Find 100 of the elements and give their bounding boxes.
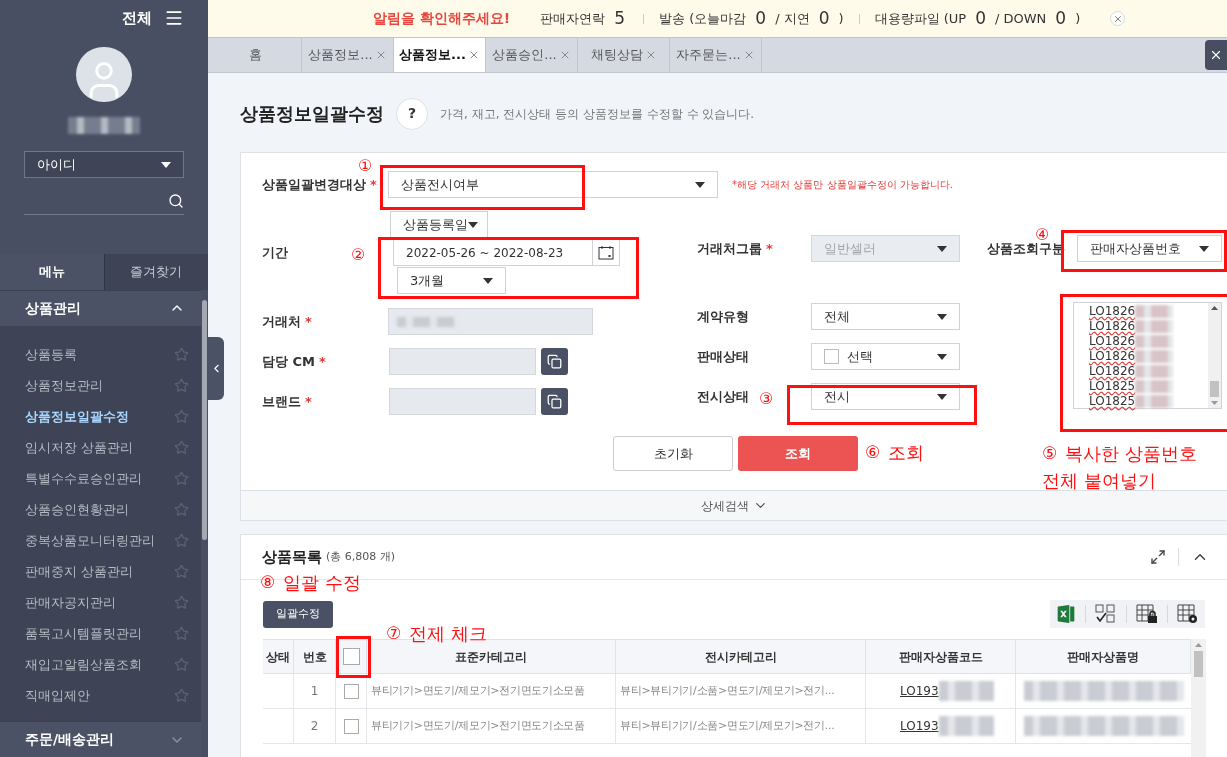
squares-icon (547, 354, 562, 369)
grid-check-icon[interactable] (1095, 604, 1117, 624)
sidebar-item[interactable]: 상품정보일괄수정 (0, 401, 201, 432)
select-field[interactable]: 선택 (811, 343, 960, 370)
star-icon[interactable] (174, 533, 189, 548)
calendar-button[interactable] (593, 239, 620, 266)
sidebar-item[interactable]: 상품정보관리 (0, 370, 201, 401)
count[interactable]: 5 (614, 5, 626, 32)
sidebar-item[interactable]: 품목고시템플릿관리 (0, 618, 201, 649)
blurred-text (1135, 350, 1174, 363)
sidebar-item[interactable]: 상품등록 (0, 339, 201, 370)
sidebar-tab[interactable]: 즐겨찾기 (103, 254, 208, 290)
close-icon (1112, 13, 1123, 24)
select-field[interactable]: 전체 (811, 303, 960, 330)
detail-search-toggle[interactable]: 상세검색 (241, 490, 1227, 520)
star-icon[interactable] (174, 347, 189, 362)
section-header[interactable]: 주문/배송관리 (0, 721, 201, 757)
star-icon[interactable] (174, 688, 189, 703)
list-count: (총 6,808 개) (326, 548, 396, 565)
page-title: 상품정보일괄수정 (240, 102, 384, 126)
table-cell-text: 2 (310, 718, 319, 735)
caret-icon (1199, 245, 1209, 252)
sidebar-item[interactable]: 판매중지 상품관리 (0, 556, 201, 587)
close-all-button[interactable] (1205, 40, 1227, 70)
sidebar-item[interactable]: 직매입제안 (0, 680, 201, 711)
star-icon[interactable] (174, 409, 189, 424)
reset-button[interactable]: 초기화 (613, 436, 733, 471)
star-icon[interactable] (174, 502, 189, 517)
all-menu-label[interactable]: 전체 (122, 7, 152, 30)
alert-text: 알림을 확인해주세요! (373, 9, 511, 28)
sidebar-item[interactable]: 특별수수료승인관리 (0, 463, 201, 494)
popup-button[interactable] (541, 348, 568, 375)
collapse-handle[interactable] (208, 337, 224, 400)
date-range-field[interactable]: 2022-05-26 ~ 2022-08-23 (393, 239, 593, 266)
close-button[interactable] (1110, 11, 1126, 26)
spreadsheet-icon[interactable] (1056, 604, 1076, 624)
annotation-text: 조회 (888, 441, 925, 465)
field-label: 판매상태 (697, 347, 749, 366)
star-icon[interactable] (174, 657, 189, 672)
required-mark: * (305, 392, 312, 411)
sidebar-item[interactable]: 판매자공지관리 (0, 587, 201, 618)
scroll-up-icon[interactable] (1211, 306, 1218, 310)
table-settings-icon[interactable] (1177, 604, 1199, 624)
product-number: LO1826 (1089, 364, 1136, 379)
star-icon[interactable] (174, 595, 189, 610)
scroll-down-icon[interactable] (1211, 401, 1218, 405)
search-icon[interactable] (168, 192, 184, 209)
product-number: LO1826 (1089, 319, 1136, 334)
checkbox[interactable] (343, 683, 359, 699)
product-number: LO1826 (1089, 334, 1136, 349)
sidebar-item[interactable]: 임시저장 상품관리 (0, 432, 201, 463)
product-number-textarea[interactable]: LO1826 LO1826 LO1826 LO1826 LO1826 LO1825 LO1825 (1073, 302, 1222, 409)
expand-icon[interactable] (1150, 549, 1166, 565)
list-title: 상품목록 (262, 546, 322, 568)
column-header: 상태 (266, 648, 290, 666)
page-tab[interactable]: 자주묻는... (670, 38, 762, 72)
blurred-text (938, 681, 994, 701)
count[interactable]: 0 (1055, 5, 1067, 32)
sidebar-item[interactable]: 중복상품모니터링관리 (0, 525, 201, 556)
checkbox[interactable] (343, 718, 359, 734)
count[interactable]: 0 (975, 5, 986, 32)
help-button[interactable]: ? (396, 97, 428, 130)
star-icon[interactable] (174, 440, 189, 455)
page-tab[interactable]: 상품정보... (394, 38, 486, 72)
sidebar-item[interactable]: 상품승인현황관리 (0, 494, 201, 525)
select-field[interactable]: 상품전시여부 (388, 171, 718, 198)
page-tab[interactable]: 채팅상담 (578, 38, 670, 72)
count[interactable]: 0 (755, 5, 767, 32)
star-icon[interactable] (174, 564, 189, 579)
product-number: LO1825 (1089, 394, 1136, 409)
table-cell-text: 뷰티>뷰티기기/소품>면도기/제모기>전기... (620, 717, 835, 734)
checkbox[interactable] (824, 349, 839, 364)
bulk-edit-button[interactable]: 일괄수정 (263, 600, 333, 628)
column-header: 전시카테고리 (704, 648, 777, 666)
checkbox[interactable] (342, 648, 360, 665)
select-field[interactable]: 3개월 (397, 267, 506, 294)
star-icon[interactable] (174, 471, 189, 486)
notice-label: / 지연 (775, 9, 810, 28)
sidebar-item[interactable]: 재입고알림상품조회 (0, 649, 201, 680)
page-tab[interactable]: 상품승인... (486, 38, 578, 72)
search-button[interactable]: 조회 (738, 436, 858, 471)
table-lock-icon[interactable] (1136, 604, 1158, 624)
caret-icon (695, 181, 705, 188)
count[interactable]: 0 (818, 5, 830, 32)
id-select[interactable]: 아이디 (24, 151, 184, 179)
caret-icon (937, 313, 947, 320)
product-code-link[interactable]: LO193 (900, 717, 939, 735)
star-icon[interactable] (174, 626, 189, 641)
page-tab[interactable]: 홈 (210, 38, 302, 72)
sidebar-tab[interactable]: 메뉴 (0, 254, 104, 290)
section-header[interactable]: 상품관리 (0, 290, 201, 326)
select-field[interactable]: 판매자상품번호 (1077, 235, 1222, 262)
table-cell-text: 뷰티기기>면도기/제모기>전기면도기소모품 (371, 682, 585, 699)
popup-button[interactable] (541, 388, 568, 415)
select-field[interactable]: 상품등록일 (390, 211, 488, 238)
scroll-thumb[interactable] (1210, 381, 1219, 397)
field-label: 계약유형 (697, 307, 749, 326)
product-code-link[interactable]: LO193 (900, 682, 939, 700)
scroll-thumb[interactable] (1194, 651, 1203, 677)
star-icon[interactable] (174, 378, 189, 393)
